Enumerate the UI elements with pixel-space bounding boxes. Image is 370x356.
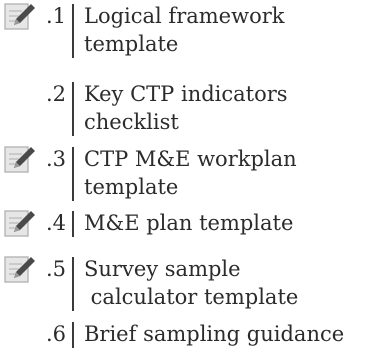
toc-item-divider: [72, 4, 74, 58]
edit-document-icon: [4, 208, 38, 238]
toc-item-title-line: Key CTP indicators: [84, 82, 288, 106]
toc-item-title-line: Logical framework: [84, 4, 285, 28]
toc-item-number: .4: [45, 211, 66, 235]
toc-item-number: .2: [45, 82, 66, 106]
toc-item-number: .6: [45, 322, 66, 346]
toc-item[interactable]: .1 Logical framework template: [0, 2, 370, 58]
toc-item[interactable]: .6 Brief sampling guidance: [0, 320, 370, 348]
toc-item-title-line: CTP M&E workplan: [84, 147, 297, 171]
toc-list: .1 Logical framework template .2 Key CTP ind…: [0, 0, 370, 356]
toc-item-divider: [72, 82, 74, 136]
toc-item-number: .5: [45, 257, 66, 281]
toc-item-title-line: checklist: [84, 110, 179, 134]
toc-item-title-line: Survey sample: [84, 257, 241, 281]
toc-item-number: .1: [45, 4, 66, 28]
toc-item-divider: [72, 257, 74, 311]
edit-document-icon: [4, 1, 38, 31]
toc-item-divider: [72, 211, 74, 237]
toc-item-title-line: Brief sampling guidance: [84, 322, 345, 346]
edit-document-icon: [4, 254, 38, 284]
toc-item[interactable]: .5 Survey sample calculator template: [0, 255, 370, 311]
toc-item[interactable]: .3 CTP M&E workplan template: [0, 145, 370, 201]
toc-item-divider: [72, 147, 74, 201]
toc-item-number: .3: [45, 147, 66, 171]
toc-item-title-line: template: [84, 175, 179, 199]
toc-item-title-line: template: [84, 32, 179, 56]
toc-item[interactable]: .2 Key CTP indicators checklist: [0, 80, 370, 136]
edit-document-icon: [4, 144, 38, 174]
toc-item-title-line: M&E plan template: [84, 211, 294, 235]
toc-item[interactable]: .4 M&E plan template: [0, 209, 370, 237]
toc-item-title-line: calculator template: [84, 285, 299, 309]
toc-item-divider: [72, 322, 74, 348]
